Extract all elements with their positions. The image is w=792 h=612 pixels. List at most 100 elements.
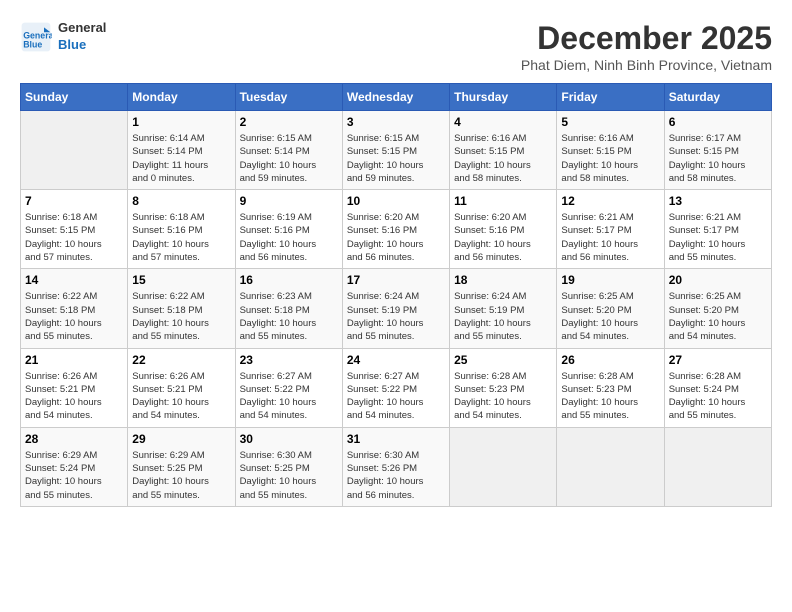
day-number: 21 [25,353,123,367]
calendar-cell: 6 Sunrise: 6:17 AM Sunset: 5:15 PM Daylig… [664,111,771,190]
calendar-cell: 28Sunrise: 6:29 AM Sunset: 5:24 PM Dayli… [21,427,128,506]
day-number: 17 [347,273,445,287]
day-info: Sunrise: 6:15 AM Sunset: 5:14 PM Dayligh… [240,132,338,185]
calendar-cell: 23Sunrise: 6:27 AM Sunset: 5:22 PM Dayli… [235,348,342,427]
calendar-cell: 25Sunrise: 6:28 AM Sunset: 5:23 PM Dayli… [450,348,557,427]
header-row: SundayMondayTuesdayWednesdayThursdayFrid… [21,84,772,111]
calendar-cell: 10Sunrise: 6:20 AM Sunset: 5:16 PM Dayli… [342,190,449,269]
svg-text:Blue: Blue [23,39,42,49]
day-info: Sunrise: 6:27 AM Sunset: 5:22 PM Dayligh… [240,370,338,423]
calendar-cell: 7Sunrise: 6:18 AM Sunset: 5:15 PM Daylig… [21,190,128,269]
day-number: 14 [25,273,123,287]
day-info: Sunrise: 6:25 AM Sunset: 5:20 PM Dayligh… [669,290,767,343]
calendar-cell: 31 Sunrise: 6:30 AM Sunset: 5:26 PM Dayli… [342,427,449,506]
calendar-cell: 26Sunrise: 6:28 AM Sunset: 5:23 PM Dayli… [557,348,664,427]
day-number: 31 [347,432,445,446]
day-info: Sunrise: 6:17 AM Sunset: 5:15 PM Dayligh… [669,132,767,185]
calendar-cell: 11 Sunrise: 6:20 AM Sunset: 5:16 PM Dayli… [450,190,557,269]
calendar-cell [664,427,771,506]
day-info: Sunrise: 6:15 AM Sunset: 5:15 PM Dayligh… [347,132,445,185]
calendar-cell: 9Sunrise: 6:19 AM Sunset: 5:16 PM Daylig… [235,190,342,269]
day-number: 11 [454,194,552,208]
day-number: 24 [347,353,445,367]
header-cell-monday: Monday [128,84,235,111]
calendar-cell: 1Sunrise: 6:14 AM Sunset: 5:14 PM Daylig… [128,111,235,190]
calendar-cell: 19 Sunrise: 6:25 AM Sunset: 5:20 PM Dayli… [557,269,664,348]
day-number: 15 [132,273,230,287]
day-info: Sunrise: 6:23 AM Sunset: 5:18 PM Dayligh… [240,290,338,343]
day-number: 4 [454,115,552,129]
header-cell-sunday: Sunday [21,84,128,111]
day-info: Sunrise: 6:24 AM Sunset: 5:19 PM Dayligh… [454,290,552,343]
calendar-cell: 29 Sunrise: 6:29 AM Sunset: 5:25 PM Dayli… [128,427,235,506]
day-info: Sunrise: 6:16 AM Sunset: 5:15 PM Dayligh… [454,132,552,185]
calendar-cell: 8Sunrise: 6:18 AM Sunset: 5:16 PM Daylig… [128,190,235,269]
day-info: Sunrise: 6:29 AM Sunset: 5:25 PM Dayligh… [132,449,230,502]
day-number: 27 [669,353,767,367]
day-info: Sunrise: 6:21 AM Sunset: 5:17 PM Dayligh… [669,211,767,264]
calendar-cell: 22 Sunrise: 6:26 AM Sunset: 5:21 PM Dayli… [128,348,235,427]
header-cell-thursday: Thursday [450,84,557,111]
day-info: Sunrise: 6:25 AM Sunset: 5:20 PM Dayligh… [561,290,659,343]
day-info: Sunrise: 6:30 AM Sunset: 5:26 PM Dayligh… [347,449,445,502]
header-cell-tuesday: Tuesday [235,84,342,111]
day-info: Sunrise: 6:29 AM Sunset: 5:24 PM Dayligh… [25,449,123,502]
day-number: 29 [132,432,230,446]
calendar-cell: 27 Sunrise: 6:28 AM Sunset: 5:24 PM Dayli… [664,348,771,427]
title-section: December 2025 Phat Diem, Ninh Binh Provi… [521,20,772,73]
day-info: Sunrise: 6:26 AM Sunset: 5:21 PM Dayligh… [25,370,123,423]
day-info: Sunrise: 6:24 AM Sunset: 5:19 PM Dayligh… [347,290,445,343]
week-row-2: 7Sunrise: 6:18 AM Sunset: 5:15 PM Daylig… [21,190,772,269]
day-number: 13 [669,194,767,208]
calendar-cell: 3 Sunrise: 6:15 AM Sunset: 5:15 PM Daylig… [342,111,449,190]
day-info: Sunrise: 6:28 AM Sunset: 5:23 PM Dayligh… [561,370,659,423]
day-number: 22 [132,353,230,367]
day-number: 6 [669,115,767,129]
day-info: Sunrise: 6:20 AM Sunset: 5:16 PM Dayligh… [454,211,552,264]
calendar-cell: 18 Sunrise: 6:24 AM Sunset: 5:19 PM Dayli… [450,269,557,348]
week-row-3: 14 Sunrise: 6:22 AM Sunset: 5:18 PM Dayli… [21,269,772,348]
logo-icon: General Blue [20,21,52,53]
month-title: December 2025 [521,20,772,57]
day-number: 7 [25,194,123,208]
day-info: Sunrise: 6:16 AM Sunset: 5:15 PM Dayligh… [561,132,659,185]
header-cell-friday: Friday [557,84,664,111]
day-number: 2 [240,115,338,129]
calendar-table: SundayMondayTuesdayWednesdayThursdayFrid… [20,83,772,507]
day-info: Sunrise: 6:19 AM Sunset: 5:16 PM Dayligh… [240,211,338,264]
day-number: 19 [561,273,659,287]
logo-text: GeneralBlue [58,20,106,54]
week-row-4: 21 Sunrise: 6:26 AM Sunset: 5:21 PM Dayli… [21,348,772,427]
week-row-5: 28Sunrise: 6:29 AM Sunset: 5:24 PM Dayli… [21,427,772,506]
calendar-header: SundayMondayTuesdayWednesdayThursdayFrid… [21,84,772,111]
calendar-cell: 2 Sunrise: 6:15 AM Sunset: 5:14 PM Daylig… [235,111,342,190]
logo: General Blue GeneralBlue [20,20,106,54]
calendar-cell: 16 Sunrise: 6:23 AM Sunset: 5:18 PM Dayli… [235,269,342,348]
location-subtitle: Phat Diem, Ninh Binh Province, Vietnam [521,57,772,73]
day-info: Sunrise: 6:28 AM Sunset: 5:24 PM Dayligh… [669,370,767,423]
header-cell-wednesday: Wednesday [342,84,449,111]
day-info: Sunrise: 6:20 AM Sunset: 5:16 PM Dayligh… [347,211,445,264]
day-number: 18 [454,273,552,287]
day-info: Sunrise: 6:22 AM Sunset: 5:18 PM Dayligh… [25,290,123,343]
calendar-cell: 12 Sunrise: 6:21 AM Sunset: 5:17 PM Dayli… [557,190,664,269]
day-number: 30 [240,432,338,446]
calendar-cell: 30 Sunrise: 6:30 AM Sunset: 5:25 PM Dayli… [235,427,342,506]
day-info: Sunrise: 6:26 AM Sunset: 5:21 PM Dayligh… [132,370,230,423]
day-number: 16 [240,273,338,287]
day-info: Sunrise: 6:21 AM Sunset: 5:17 PM Dayligh… [561,211,659,264]
day-number: 12 [561,194,659,208]
week-row-1: 1Sunrise: 6:14 AM Sunset: 5:14 PM Daylig… [21,111,772,190]
calendar-cell: 4 Sunrise: 6:16 AM Sunset: 5:15 PM Daylig… [450,111,557,190]
day-info: Sunrise: 6:27 AM Sunset: 5:22 PM Dayligh… [347,370,445,423]
calendar-cell [557,427,664,506]
calendar-body: 1Sunrise: 6:14 AM Sunset: 5:14 PM Daylig… [21,111,772,507]
day-number: 1 [132,115,230,129]
day-number: 25 [454,353,552,367]
day-number: 3 [347,115,445,129]
day-info: Sunrise: 6:22 AM Sunset: 5:18 PM Dayligh… [132,290,230,343]
calendar-cell: 20Sunrise: 6:25 AM Sunset: 5:20 PM Dayli… [664,269,771,348]
day-info: Sunrise: 6:30 AM Sunset: 5:25 PM Dayligh… [240,449,338,502]
day-number: 5 [561,115,659,129]
page-header: General Blue GeneralBlue December 2025 P… [20,20,772,73]
